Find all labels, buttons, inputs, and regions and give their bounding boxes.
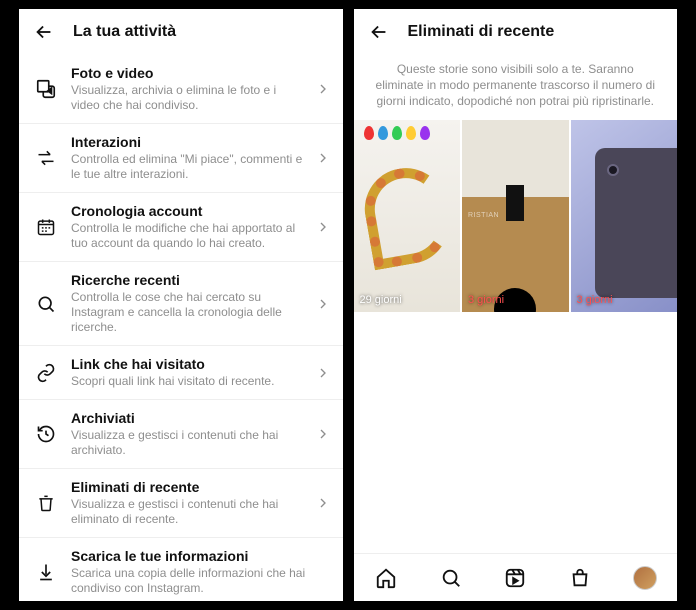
decoration xyxy=(364,126,430,140)
days-label: 3 giorni xyxy=(577,294,613,306)
chevron-right-icon xyxy=(315,495,331,511)
link-icon xyxy=(33,363,59,383)
row-ricerche[interactable]: Ricerche recenti Controlla le cose che ha… xyxy=(19,262,343,346)
chevron-right-icon xyxy=(315,426,331,442)
search-icon xyxy=(33,294,59,314)
row-desc: Controlla ed elimina "Mi piace", comment… xyxy=(71,152,303,182)
page-title: Eliminati di recente xyxy=(408,23,555,41)
header: La tua attività xyxy=(19,9,343,55)
activity-list: Foto e video Visualizza, archivia o elimi… xyxy=(19,55,343,601)
home-icon xyxy=(375,567,397,589)
row-title: Cronologia account xyxy=(71,203,303,219)
story-thumb[interactable]: 3 giorni xyxy=(571,120,678,312)
back-arrow-icon xyxy=(33,21,55,43)
row-foto-video[interactable]: Foto e video Visualizza, archivia o elimi… xyxy=(19,55,343,124)
activity-screen: La tua attività Foto e video Visualizza, … xyxy=(19,9,343,601)
shop-icon xyxy=(569,567,591,589)
row-title: Ricerche recenti xyxy=(71,272,303,288)
row-desc: Scopri quali link hai visitato di recent… xyxy=(71,374,303,389)
reels-icon xyxy=(504,567,526,589)
row-desc: Controlla le cose che hai cercato su Ins… xyxy=(71,290,303,335)
page-title: La tua attività xyxy=(73,23,176,41)
row-archiviati[interactable]: Archiviati Visualizza e gestisci i conten… xyxy=(19,400,343,469)
nav-profile[interactable] xyxy=(633,566,657,590)
trash-icon xyxy=(33,493,59,513)
nav-home[interactable] xyxy=(374,566,398,590)
nav-shop[interactable] xyxy=(568,566,592,590)
nav-search[interactable] xyxy=(439,566,463,590)
back-button[interactable] xyxy=(31,19,57,45)
row-desc: Visualizza e gestisci i contenuti che ha… xyxy=(71,428,303,458)
row-title: Link che hai visitato xyxy=(71,356,303,372)
row-eliminati[interactable]: Eliminati di recente Visualizza e gestisc… xyxy=(19,469,343,538)
avatar-icon xyxy=(633,566,657,590)
chevron-right-icon xyxy=(315,219,331,235)
days-label: 29 giorni xyxy=(360,294,402,306)
header: Eliminati di recente xyxy=(354,9,678,55)
thumbnail-grid: 29 giorni RISTIAN 3 giorni 3 giorni xyxy=(354,120,678,312)
row-title: Eliminati di recente xyxy=(71,479,303,495)
history-icon xyxy=(33,424,59,444)
chevron-right-icon xyxy=(315,150,331,166)
photo-video-icon xyxy=(33,78,59,100)
back-button[interactable] xyxy=(366,19,392,45)
row-interazioni[interactable]: Interazioni Controlla ed elimina "Mi piac… xyxy=(19,124,343,193)
chevron-right-icon xyxy=(315,296,331,312)
bottom-nav xyxy=(354,553,678,601)
row-desc: Scarica una copia delle informazioni che… xyxy=(71,566,319,596)
row-desc: Visualizza, archivia o elimina le foto e… xyxy=(71,83,303,113)
story-thumb[interactable]: 29 giorni xyxy=(354,120,461,312)
search-icon xyxy=(440,567,462,589)
row-cronologia[interactable]: Cronologia account Controlla le modifiche… xyxy=(19,193,343,262)
watermark: RISTIAN xyxy=(468,212,499,219)
nav-reels[interactable] xyxy=(503,566,527,590)
recently-deleted-screen: Eliminati di recente Queste storie sono … xyxy=(354,9,678,601)
chevron-right-icon xyxy=(315,81,331,97)
days-label: 3 giorni xyxy=(468,294,504,306)
download-icon xyxy=(33,562,59,582)
row-title: Scarica le tue informazioni xyxy=(71,548,319,564)
row-link[interactable]: Link che hai visitato Scopri quali link h… xyxy=(19,346,343,400)
row-title: Foto e video xyxy=(71,65,303,81)
calendar-icon xyxy=(33,217,59,237)
back-arrow-icon xyxy=(368,21,390,43)
row-title: Archiviati xyxy=(71,410,303,426)
story-thumb[interactable]: RISTIAN 3 giorni xyxy=(462,120,569,312)
row-scarica[interactable]: Scarica le tue informazioni Scarica una c… xyxy=(19,538,343,601)
chevron-right-icon xyxy=(315,365,331,381)
cake-illustration xyxy=(358,161,455,270)
row-title: Interazioni xyxy=(71,134,303,150)
row-desc: Visualizza e gestisci i contenuti che ha… xyxy=(71,497,303,527)
info-text: Queste storie sono visibili solo a te. S… xyxy=(354,55,678,120)
row-desc: Controlla le modifiche che hai apportato… xyxy=(71,221,303,251)
interactions-icon xyxy=(33,148,59,168)
